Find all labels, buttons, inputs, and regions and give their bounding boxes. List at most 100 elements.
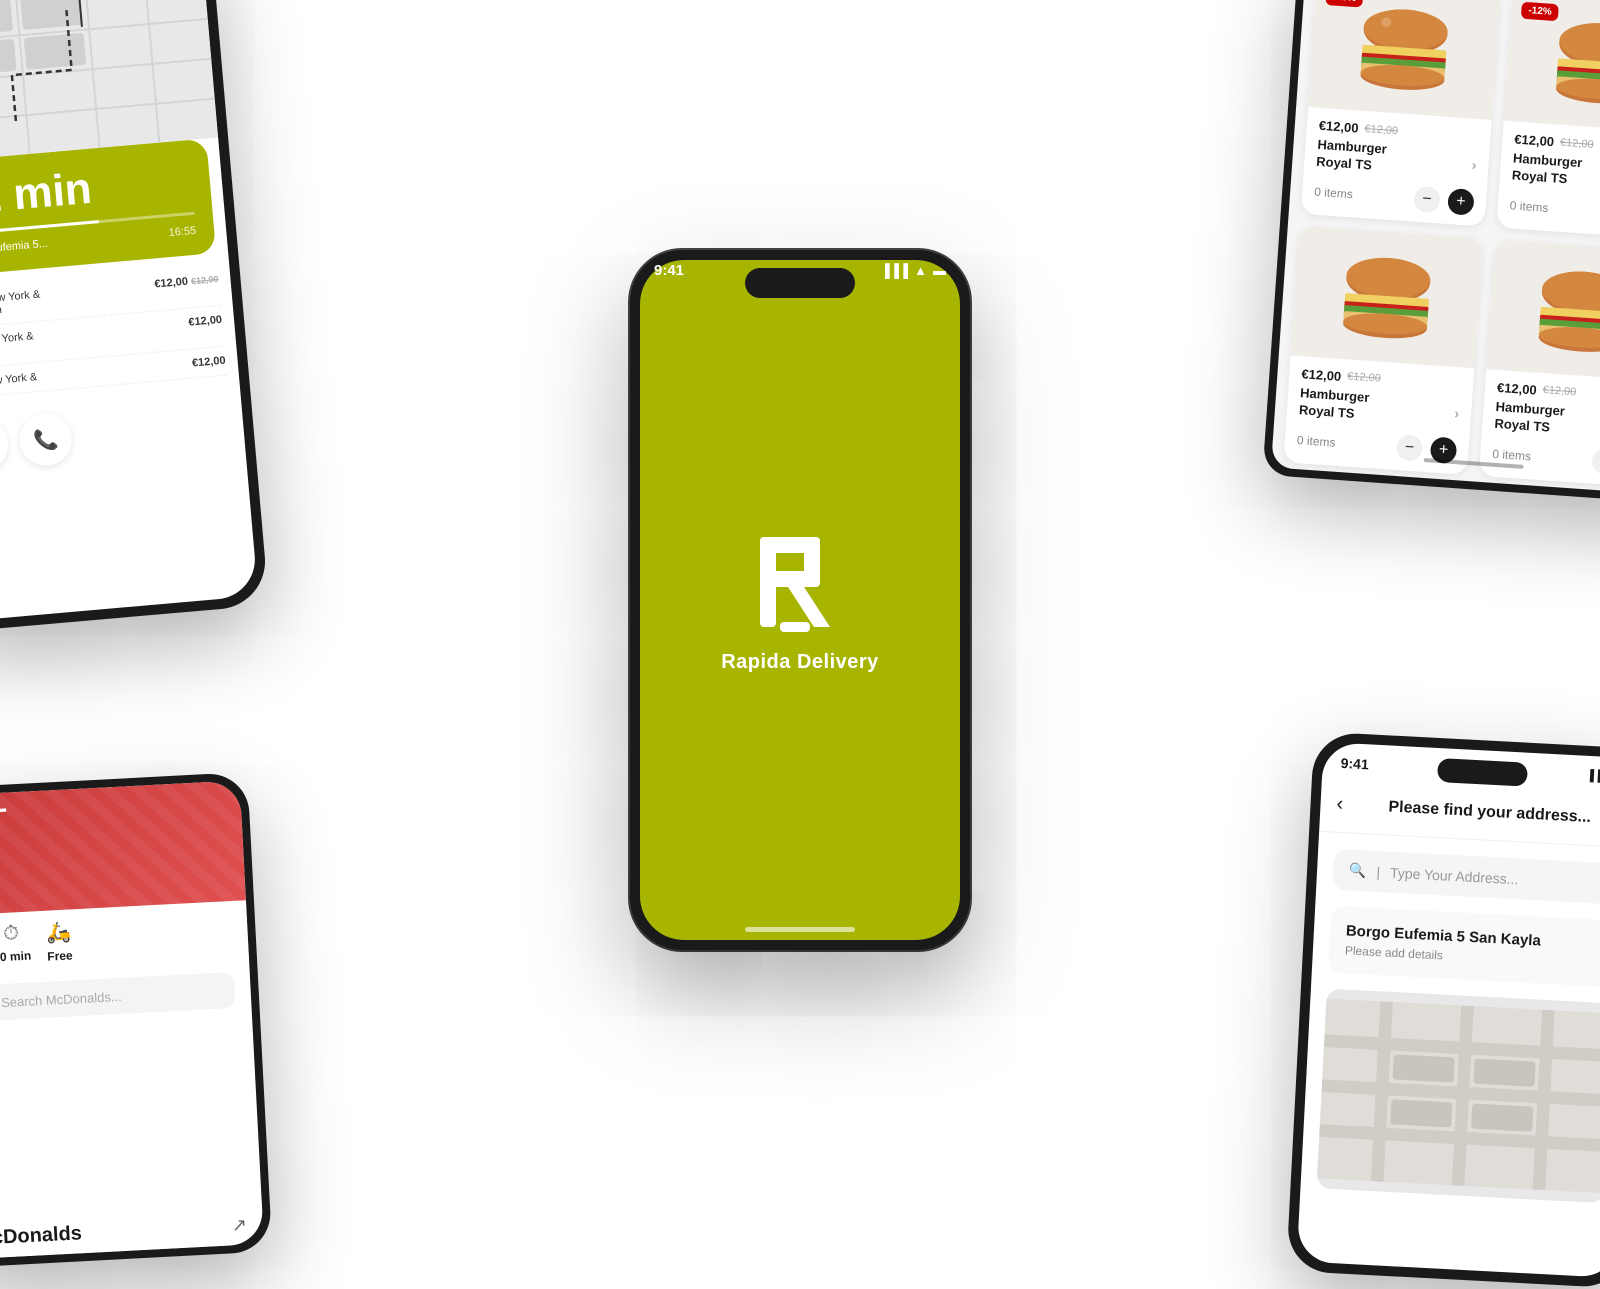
product-card: -20% €12,	[1301, 0, 1501, 226]
status-bar: 9:41 ▐▐▐ ▲ ▬	[654, 262, 946, 279]
status-icons: ▐▐▐ ▲ ▬	[880, 263, 946, 278]
left-bottom-screen: ▐▐▐ ▲ ▬ McDonalds ↗ ⏱ 7/5 ⏱ 30 min 🛵 F	[0, 780, 264, 1259]
map-preview	[1316, 988, 1600, 1203]
product-image-4	[1486, 239, 1600, 382]
product-info: €12,00 €12,00 HamburgerRoyal TS › 0 item…	[1301, 107, 1492, 226]
burger-svg	[1351, 0, 1457, 97]
address-suggestion[interactable]: Borgo Eufemia 5 San Kayla Please add det…	[1328, 906, 1600, 988]
product-card: €12,00 €12,00 HamburgerRoyal TS › 0 item…	[1479, 239, 1600, 488]
delivery-time-item: ⏱ 30 min	[0, 922, 32, 967]
home-indicator	[745, 927, 855, 932]
product-card: -12% €12,00 €12,00	[1496, 0, 1600, 240]
battery-icon: ▬	[0, 803, 6, 816]
product-price-old: €12,00	[1542, 384, 1576, 398]
search-icon: 🔍	[1349, 861, 1367, 879]
chat-button[interactable]: 💬	[0, 417, 10, 473]
delivery-fee-item: 🛵 Free	[45, 919, 73, 963]
search-placeholder-text: Type Your Address...	[1390, 864, 1519, 887]
increase-button[interactable]: +	[1447, 188, 1475, 216]
logo-icon	[750, 527, 850, 637]
signal-icon: ▐▐▐	[880, 263, 908, 278]
arrow-icon: ›	[1454, 404, 1460, 422]
product-image-2: -12%	[1504, 0, 1600, 134]
product-price: €12,00	[1318, 118, 1359, 136]
right-top-screen: -20% €12,	[1271, 0, 1600, 495]
status-icons: ▐▐▐ ▲	[1586, 770, 1600, 784]
restaurant-banner: ▐▐▐ ▲ ▬	[0, 780, 246, 916]
product-price-old: €12,00	[1560, 136, 1594, 150]
arrow-icon: ›	[1471, 155, 1477, 173]
product-name: HamburgerRoyal TS ›	[1511, 150, 1600, 195]
search-placeholder: |	[1376, 863, 1380, 879]
product-name: HamburgerRoyal TS ›	[1316, 137, 1478, 182]
product-info: €12,00 €12,00 HamburgerRoyal TS › 0 item…	[1283, 355, 1474, 474]
external-link-icon[interactable]: ↗	[231, 1215, 247, 1237]
product-info: €12,00 €12,00 HamburgerRoyal TS › 0 item…	[1496, 121, 1600, 240]
address-header: ‹ Please find your address...	[1319, 792, 1600, 849]
product-image-3	[1291, 226, 1484, 369]
product-quantity: 0 items − +	[1509, 192, 1600, 229]
address-search[interactable]: 🔍 | Type Your Address...	[1332, 849, 1600, 905]
discount-badge: -12%	[1521, 2, 1559, 22]
burger-svg	[1530, 262, 1600, 359]
signal-icon: ▐▐▐	[1586, 770, 1600, 783]
scooter-icon: 🛵	[46, 919, 72, 945]
decrease-button[interactable]: −	[1591, 447, 1600, 475]
product-price-old: €12,00	[1364, 123, 1398, 137]
right-bottom-phone: 9:41 ▐▐▐ ▲ ‹ Please find your address...…	[1286, 731, 1600, 1288]
delivery-time-value: 30 min	[0, 949, 32, 965]
product-image-1: -20%	[1308, 0, 1501, 120]
app-name: Rapida Delivery	[721, 651, 879, 674]
product-quantity: 0 items − +	[1492, 440, 1600, 477]
wifi-icon: ▲	[914, 263, 927, 278]
product-card: €12,00 €12,00 HamburgerRoyal TS › 0 item…	[1283, 226, 1483, 475]
quantity-label: 0 items	[1314, 184, 1407, 204]
left-bottom-phone: ▐▐▐ ▲ ▬ McDonalds ↗ ⏱ 7/5 ⏱ 30 min 🛵 F	[0, 772, 272, 1268]
splash-screen: Rapida Delivery	[640, 260, 960, 940]
order-items-list: Wrap™ New York &cken Bacon €12,00 €12,00…	[0, 252, 240, 413]
item-price: €12,00	[188, 314, 223, 329]
burger-svg	[1547, 14, 1600, 111]
map-area: Paloma Place	[0, 0, 218, 164]
product-name: HamburgerRoyal TS ›	[1298, 385, 1460, 430]
rapida-logo: Rapida Delivery	[721, 527, 879, 674]
arrival-time: 16:55	[168, 225, 196, 239]
route-path	[0, 0, 218, 164]
product-name: HamburgerRoyal TS ›	[1494, 399, 1600, 444]
decrease-button[interactable]: −	[1413, 185, 1441, 213]
search-bar[interactable]: 🔍 Search McDonalds...	[0, 972, 236, 1022]
product-price: €12,00	[1514, 131, 1555, 149]
status-time: 9:41	[654, 262, 684, 279]
page-title: Please find your address...	[1355, 796, 1600, 828]
item-price: €12,00 €12,00	[154, 273, 219, 291]
battery-icon: ▬	[933, 263, 946, 278]
product-quantity: 0 items − +	[1313, 178, 1474, 215]
item-name: rap™ New York &cken B	[0, 330, 35, 361]
product-grid: -20% €12,	[1271, 0, 1600, 495]
back-button[interactable]: ‹	[1336, 793, 1344, 816]
order-progress-fill	[0, 220, 99, 236]
clock-icon: ⏱	[3, 922, 20, 946]
burger-svg	[1334, 248, 1440, 345]
quantity-label: 0 items	[1509, 198, 1600, 218]
item-price: €12,00	[192, 355, 227, 370]
left-top-phone: Paloma Place 12 min Borgo Eufemia 5... 1…	[0, 0, 269, 633]
discount-badge: -20%	[1325, 0, 1363, 8]
quantity-label: 0 items	[1296, 433, 1389, 453]
right-bottom-screen: 9:41 ▐▐▐ ▲ ‹ Please find your address...…	[1297, 742, 1600, 1278]
product-price: €12,00	[1301, 366, 1342, 384]
center-phone: 9:41 ▐▐▐ ▲ ▬ Rapida Delivery	[630, 250, 970, 950]
item-name: rap™ New York &	[0, 371, 38, 391]
restaurant-header: McDonalds ↗	[0, 1201, 264, 1260]
address-text: Borgo Eufemia 5...	[0, 238, 48, 258]
product-info: €12,00 €12,00 HamburgerRoyal TS › 0 item…	[1479, 369, 1600, 488]
decrease-button[interactable]: −	[1396, 434, 1424, 462]
delivery-time: 12 min	[0, 158, 194, 223]
restaurant-name: McDonalds	[0, 1222, 82, 1251]
call-button[interactable]: 📞	[18, 411, 74, 467]
product-price: €12,00	[1497, 380, 1538, 398]
order-address: Borgo Eufemia 5... 16:55	[0, 225, 197, 258]
left-top-screen: Paloma Place 12 min Borgo Eufemia 5... 1…	[0, 0, 258, 622]
right-top-tablet: -20% €12,	[1262, 0, 1600, 504]
map-svg	[1316, 988, 1600, 1203]
